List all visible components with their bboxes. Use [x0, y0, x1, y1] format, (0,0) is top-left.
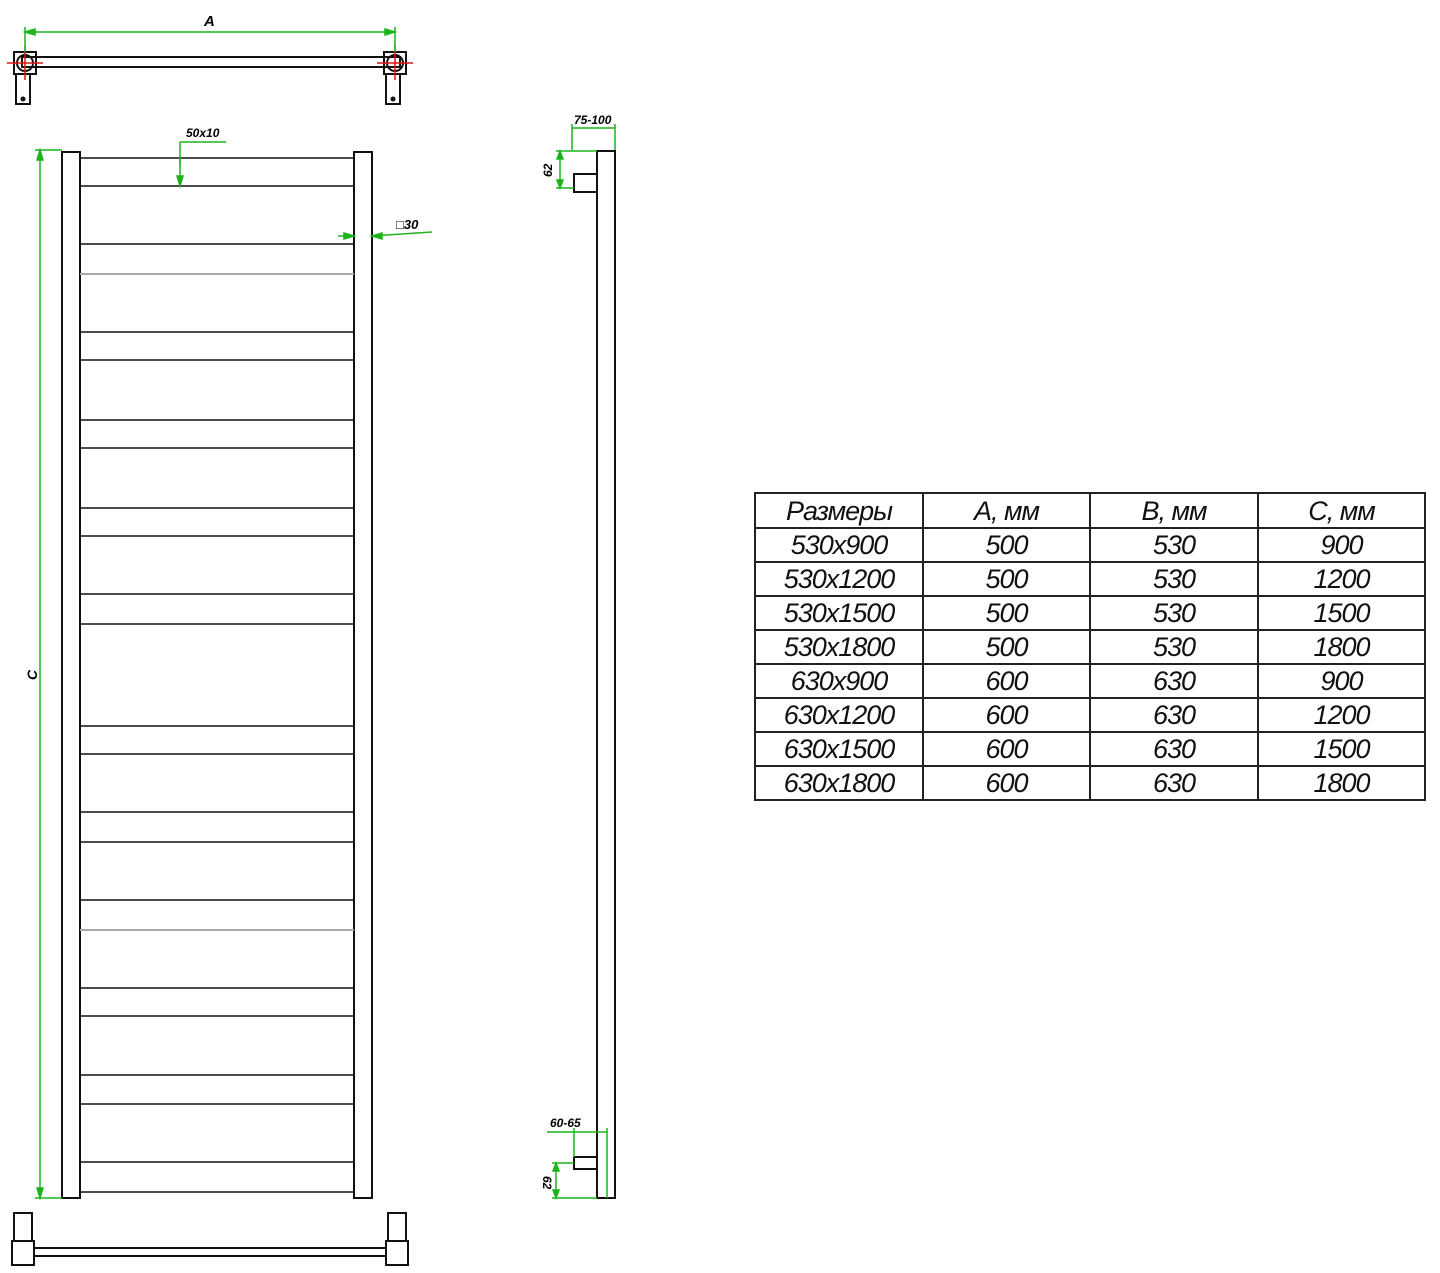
front-rung	[79, 593, 355, 625]
table-row: 530x1200 500 530 1200	[754, 561, 1426, 597]
table-cell: 600	[922, 697, 1091, 733]
front-right-post	[353, 151, 373, 1199]
bottom-right-fitting	[385, 1240, 409, 1266]
table-row: 630x900 600 630 900	[754, 663, 1426, 699]
table-row: 530x1800 500 530 1800	[754, 629, 1426, 665]
table-cell: 530x900	[754, 527, 924, 563]
table-cell: 500	[922, 629, 1091, 665]
table-cell: 630x1200	[754, 697, 924, 733]
table-row: 630x1800 600 630 1800	[754, 765, 1426, 801]
front-rung	[79, 1074, 355, 1105]
table-cell: 530x1200	[754, 561, 924, 597]
table-cell: 630	[1089, 663, 1259, 699]
table-row: 630x1200 600 630 1200	[754, 697, 1426, 733]
table-cell: 630	[1089, 731, 1259, 767]
dimension-a-line	[22, 27, 398, 52]
front-rungs	[79, 157, 355, 1193]
table-cell: 500	[922, 561, 1091, 597]
size-table-header-row: Размеры А, мм В, мм С, мм	[754, 492, 1426, 529]
table-cell: 1800	[1257, 765, 1426, 801]
header-a: А, мм	[922, 492, 1091, 529]
header-c: С, мм	[1257, 492, 1426, 529]
wall-distance-dimension	[571, 124, 616, 150]
front-rung	[79, 243, 355, 275]
table-cell: 1500	[1257, 595, 1426, 631]
bottom-offset-label: 62	[540, 1176, 554, 1190]
size-table: Размеры А, мм В, мм С, мм 530x900 500 530 9…	[754, 492, 1426, 801]
table-cell: 630x900	[754, 663, 924, 699]
size-table-body: 530x900 500 530 900 530x1200 500 530 1200 530x15…	[754, 527, 1426, 801]
front-rung	[79, 157, 355, 187]
bottom-view-bar	[33, 1247, 387, 1257]
front-rung	[79, 507, 355, 537]
rail-profile-label: 50x10	[186, 126, 220, 140]
bottom-right-valve	[387, 1212, 407, 1242]
top-offset-label: 62	[541, 163, 555, 177]
top-view: A	[7, 13, 413, 105]
front-rung	[79, 1161, 355, 1193]
table-cell: 900	[1257, 663, 1426, 699]
bottom-wall-distance-label: 60-65	[550, 1116, 581, 1130]
front-rung	[79, 725, 355, 755]
table-cell: 630	[1089, 765, 1259, 801]
table-cell: 600	[922, 765, 1091, 801]
table-cell: 530	[1089, 561, 1259, 597]
table-cell: 530	[1089, 595, 1259, 631]
side-top-bracket	[573, 173, 598, 193]
top-view-right-valve-dot	[390, 96, 396, 102]
table-row: 530x1500 500 530 1500	[754, 595, 1426, 631]
table-cell: 530x1500	[754, 595, 924, 631]
table-row: 630x1500 600 630 1500	[754, 731, 1426, 767]
dimension-c-label: C	[24, 669, 40, 680]
table-cell: 1200	[1257, 697, 1426, 733]
header-size: Размеры	[754, 492, 924, 529]
table-cell: 630x1800	[754, 765, 924, 801]
bottom-left-valve	[13, 1212, 33, 1242]
pipe-profile-label: □30	[396, 217, 419, 232]
table-cell: 530	[1089, 527, 1259, 563]
front-rung	[79, 899, 355, 931]
bottom-left-fitting	[11, 1240, 35, 1266]
table-cell: 1200	[1257, 561, 1426, 597]
table-cell: 1500	[1257, 731, 1426, 767]
top-view-axis-marks	[7, 46, 413, 80]
table-cell: 600	[922, 731, 1091, 767]
front-rung	[79, 987, 355, 1017]
table-cell: 1800	[1257, 629, 1426, 665]
table-cell: 530	[1089, 629, 1259, 665]
table-cell: 500	[922, 595, 1091, 631]
bottom-view	[11, 1212, 409, 1266]
table-cell: 500	[922, 527, 1091, 563]
pipe-profile-leader	[338, 231, 433, 241]
dimension-a-label: A	[203, 13, 215, 30]
table-cell: 530x1800	[754, 629, 924, 665]
front-rung	[79, 419, 355, 449]
top-view-bar	[21, 56, 401, 68]
side-vertical-pipe	[596, 150, 616, 1199]
table-cell: 900	[1257, 527, 1426, 563]
top-view-left-valve-dot	[20, 96, 26, 102]
top-offset-dimension	[555, 148, 597, 191]
header-b: В, мм	[1089, 492, 1259, 529]
wall-distance-label: 75-100	[574, 113, 612, 127]
front-view: C 50x10 □30	[24, 126, 433, 1201]
front-rung	[79, 331, 355, 361]
table-cell: 630	[1089, 697, 1259, 733]
table-cell: 630x1500	[754, 731, 924, 767]
side-view: 75-100 62 60-65 62	[540, 113, 616, 1201]
table-row: 530x900 500 530 900	[754, 527, 1426, 563]
side-bottom-bracket	[573, 1156, 598, 1170]
front-rung	[79, 811, 355, 843]
table-cell: 600	[922, 663, 1091, 699]
rail-profile-leader	[175, 141, 226, 189]
front-left-post	[61, 151, 81, 1199]
